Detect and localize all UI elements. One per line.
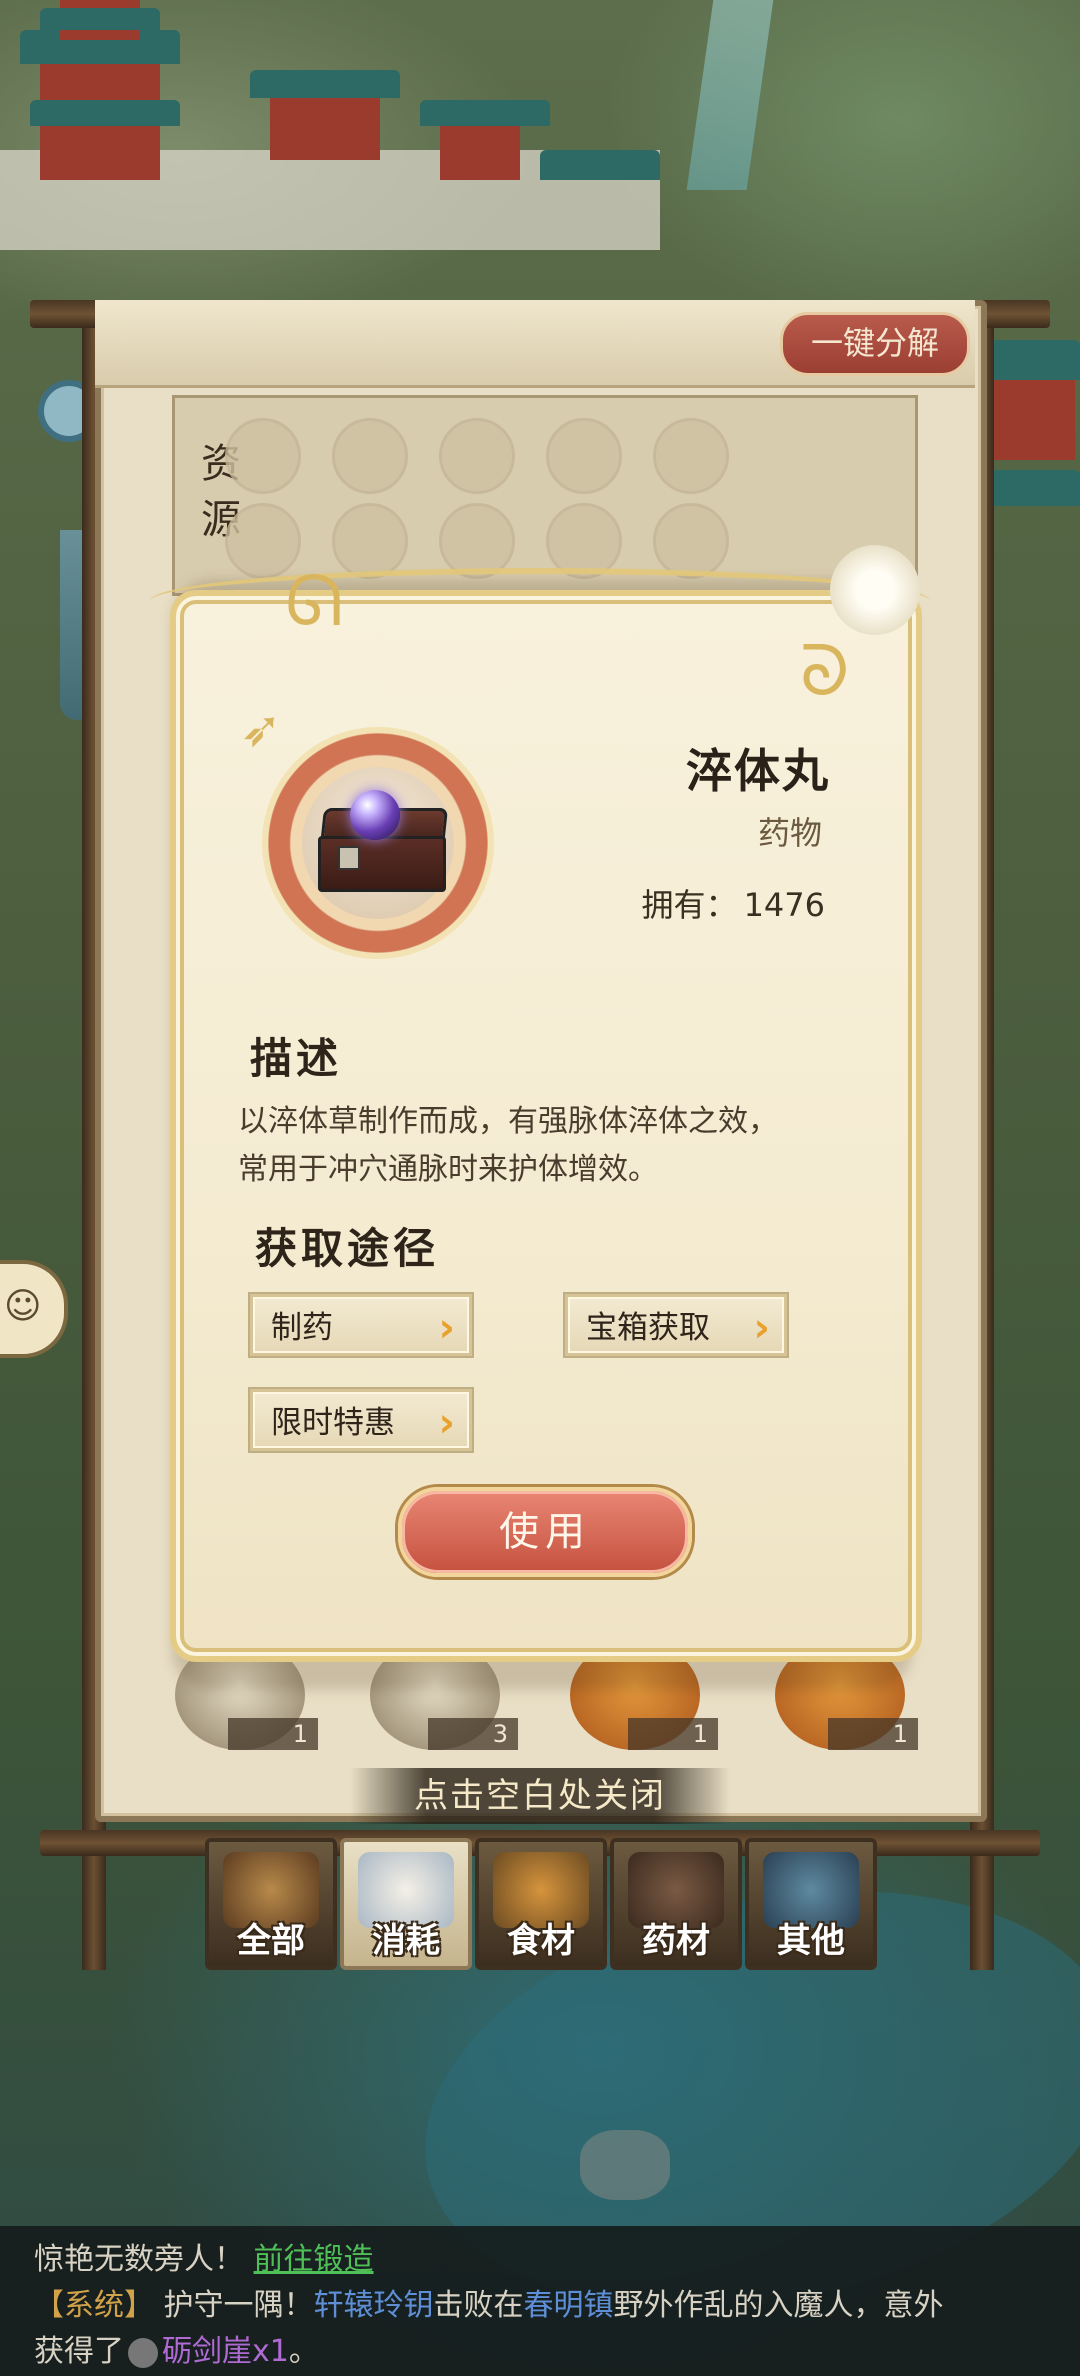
tab-all[interactable]: 全部	[205, 1838, 337, 1970]
resource-slot[interactable]	[332, 418, 408, 494]
item-count: 1	[628, 1718, 718, 1750]
lock-icon	[338, 846, 360, 870]
item-type: 药物	[757, 814, 822, 852]
owned-count: 1476	[743, 886, 825, 924]
chat-line: 【系统】 护守一隅！轩辕玲钥击败在春明镇野外作乱的入魔人，意外	[34, 2280, 944, 2324]
goto-forge-link[interactable]: 前往锻造	[254, 2242, 374, 2277]
acquire-treasure-chest-button[interactable]: 宝箱获取 ›	[565, 1294, 787, 1356]
resource-slot[interactable]	[653, 503, 729, 579]
chat-text: 。	[288, 2334, 319, 2369]
tab-herbs[interactable]: 药材	[610, 1838, 742, 1970]
swirl-ornament-icon: ᘐ	[800, 630, 850, 712]
item-link[interactable]: 砺剑崖x1	[162, 2334, 289, 2369]
item-count: 1	[828, 1718, 918, 1750]
chat-text: 惊艳无数旁人！	[34, 2242, 244, 2277]
chat-line: 获得了 砺剑崖x1。	[34, 2326, 319, 2370]
item-icon	[128, 2337, 158, 2368]
one-click-decompose-button[interactable]: 一键分解	[780, 312, 970, 376]
chevron-right-icon: ›	[438, 1400, 455, 1446]
acquire-label: 制药	[271, 1310, 333, 1346]
system-tag: 【系统】	[34, 2288, 154, 2323]
acquire-label: 限时特惠	[271, 1405, 395, 1441]
tab-consumables[interactable]: 消耗	[340, 1838, 472, 1970]
item-count: 3	[428, 1718, 518, 1750]
flower-ornament-icon	[830, 545, 920, 635]
chat-feed[interactable]: 惊艳无数旁人！ 前往锻造 【系统】 护守一隅！轩辕玲钥击败在春明镇野外作乱的入魔…	[0, 2226, 1080, 2376]
resource-slot[interactable]	[653, 418, 729, 494]
player-name-link[interactable]: 轩辕玲钥	[314, 2288, 434, 2323]
modal-top-wave-ornament	[150, 568, 930, 634]
tab-label: 全部	[237, 1921, 305, 1961]
owned-label: 拥有：	[641, 886, 738, 924]
resource-slots-box: 资源	[172, 395, 918, 596]
item-count: 1	[228, 1718, 318, 1750]
chat-text: 野外作乱的入魔人，意外	[613, 2288, 944, 2323]
description-line: 以淬体草制作而成，有强脉体淬体之效，	[238, 1104, 778, 1139]
chat-bubble-icon: ☺	[4, 1286, 42, 1327]
resource-slot[interactable]	[546, 418, 622, 494]
swirl-ornament-icon: ➶	[240, 700, 282, 758]
item-owned: 拥有： 1476	[642, 880, 825, 926]
purple-orb-icon	[350, 790, 400, 840]
acquire-label: 宝箱获取	[586, 1310, 710, 1346]
chat-text: 护守一隅！	[163, 2288, 314, 2323]
use-button[interactable]: 使用	[398, 1487, 692, 1577]
chevron-right-icon: ›	[438, 1305, 455, 1351]
tab-label: 食材	[507, 1921, 575, 1961]
resource-slot[interactable]	[225, 418, 301, 494]
rock-scenery	[580, 2130, 670, 2200]
chat-line: 惊艳无数旁人！ 前往锻造	[34, 2234, 374, 2278]
tab-label: 其他	[777, 1921, 845, 1961]
tab-label: 药材	[642, 1921, 710, 1961]
close-hint[interactable]: 点击空白处关闭	[350, 1768, 730, 1824]
acquisition-title: 获取途径	[244, 1215, 439, 1280]
chat-text: 获得了	[34, 2334, 124, 2369]
tab-ingredients[interactable]: 食材	[475, 1838, 607, 1970]
resource-slot[interactable]	[332, 503, 408, 579]
description-title: 描述	[239, 1025, 351, 1090]
description-text: 以淬体草制作而成，有强脉体淬体之效， 常用于冲穴通脉时来护体增效。	[238, 1098, 858, 1194]
chevron-right-icon: ›	[753, 1305, 770, 1351]
chat-text: 击败在	[433, 2288, 524, 2323]
description-line: 常用于冲穴通脉时来护体增效。	[238, 1152, 658, 1187]
place-name-link[interactable]: 春明镇	[524, 2288, 614, 2323]
swirl-ornament-icon: ᘏ	[285, 560, 344, 642]
acquire-limited-offer-button[interactable]: 限时特惠 ›	[250, 1389, 472, 1451]
resource-slot[interactable]	[439, 418, 515, 494]
tab-other[interactable]: 其他	[745, 1838, 877, 1970]
acquire-medicine-making-button[interactable]: 制药 ›	[250, 1294, 472, 1356]
item-name: 淬体丸	[686, 744, 830, 798]
tab-label: 消耗	[372, 1921, 440, 1961]
